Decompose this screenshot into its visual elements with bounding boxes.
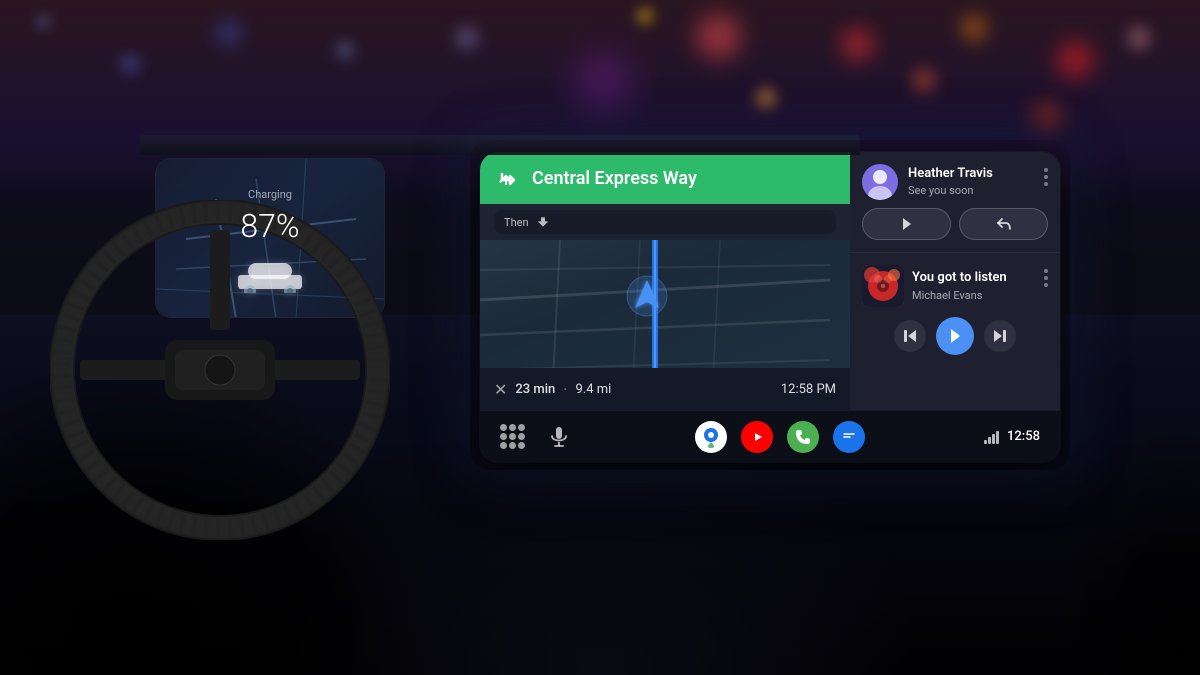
music-prev-button[interactable] bbox=[894, 320, 926, 352]
phone-button[interactable] bbox=[787, 421, 819, 453]
nav-separator-1: · bbox=[563, 380, 567, 399]
nav-eta: 23 min bbox=[515, 382, 555, 397]
bokeh-light bbox=[36, 14, 51, 29]
message-options[interactable] bbox=[1044, 164, 1048, 186]
center-app-icons bbox=[695, 421, 865, 453]
message-avatar bbox=[862, 164, 898, 200]
nav-then-instruction: Then bbox=[494, 210, 836, 234]
bokeh-light bbox=[636, 7, 654, 25]
bokeh-light bbox=[576, 54, 631, 109]
bokeh-light bbox=[216, 20, 242, 46]
google-maps-button[interactable] bbox=[695, 421, 727, 453]
bottom-app-bar: 12:58 bbox=[480, 410, 1060, 462]
nav-header: Central Express Way bbox=[480, 152, 850, 204]
grid-dot bbox=[509, 442, 516, 449]
music-controls bbox=[862, 317, 1048, 355]
message-header: Heather Travis See you soon bbox=[862, 164, 1048, 200]
bokeh-light bbox=[1032, 101, 1062, 131]
nav-then-label: Then bbox=[504, 216, 529, 229]
cluster-charging-label: Charging bbox=[248, 188, 292, 201]
nav-location-arrow bbox=[625, 274, 669, 322]
display-content: Central Express Way Then bbox=[480, 152, 1060, 410]
status-time: 12:58 bbox=[1007, 429, 1040, 444]
youtube-music-button[interactable] bbox=[741, 421, 773, 453]
music-artist: Michael Evans bbox=[912, 289, 1036, 302]
nav-close-icon[interactable]: ✕ bbox=[494, 380, 507, 399]
cluster-car-icon bbox=[230, 253, 310, 288]
status-bar: 12:58 bbox=[984, 429, 1040, 444]
music-title: You got to listen bbox=[912, 270, 1036, 287]
grid-dot bbox=[500, 442, 507, 449]
message-reply-button[interactable] bbox=[959, 208, 1048, 240]
nav-arrival-time: 12:58 PM bbox=[781, 382, 836, 397]
bokeh-light bbox=[696, 14, 741, 59]
message-sender: Heather Travis bbox=[908, 166, 1034, 183]
bokeh-light bbox=[960, 14, 988, 42]
grid-dot bbox=[500, 433, 507, 440]
grid-dot bbox=[509, 433, 516, 440]
grid-dot bbox=[518, 433, 525, 440]
nav-bottom-bar: ✕ 23 min · 9.4 mi 12:58 PM bbox=[480, 368, 850, 410]
music-header: You got to listen Michael Evans bbox=[862, 265, 1048, 307]
bokeh-light bbox=[912, 68, 936, 92]
bokeh-light bbox=[456, 27, 478, 49]
sig-bar-3 bbox=[992, 434, 995, 444]
sig-bar-2 bbox=[988, 437, 991, 444]
signal-strength-icon bbox=[984, 430, 999, 444]
option-dot bbox=[1044, 276, 1048, 280]
bokeh-light bbox=[336, 41, 354, 59]
bokeh-light bbox=[1128, 27, 1150, 49]
message-actions bbox=[862, 208, 1048, 240]
option-dot bbox=[1044, 168, 1048, 172]
cluster-battery-percent: 87% bbox=[240, 207, 299, 245]
right-panel: Heather Travis See you soon bbox=[850, 152, 1060, 410]
messages-button[interactable] bbox=[833, 421, 865, 453]
app-launcher-button[interactable] bbox=[500, 424, 525, 449]
option-dot bbox=[1044, 269, 1048, 273]
message-preview: See you soon bbox=[908, 184, 1034, 198]
nav-turn-icon bbox=[494, 164, 522, 192]
dash-top-trim bbox=[140, 135, 860, 155]
grid-dot bbox=[518, 424, 525, 431]
music-options[interactable] bbox=[1044, 265, 1048, 287]
bottom-apps-row bbox=[500, 421, 575, 453]
bokeh-light bbox=[756, 88, 776, 108]
nav-map bbox=[480, 240, 850, 368]
nav-distance: 9.4 mi bbox=[575, 382, 611, 397]
grid-dot bbox=[518, 442, 525, 449]
android-auto-display: Central Express Way Then bbox=[480, 152, 1060, 462]
grid-dot bbox=[500, 424, 507, 431]
option-dot bbox=[1044, 175, 1048, 179]
mic-button[interactable] bbox=[543, 421, 575, 453]
nav-street-name: Central Express Way bbox=[532, 168, 836, 189]
sig-bar-1 bbox=[984, 440, 987, 444]
option-dot bbox=[1044, 283, 1048, 287]
message-play-button[interactable] bbox=[862, 208, 951, 240]
message-card: Heather Travis See you soon bbox=[850, 152, 1060, 253]
music-play-button[interactable] bbox=[936, 317, 974, 355]
message-info: Heather Travis See you soon bbox=[908, 166, 1034, 198]
grid-dot bbox=[509, 424, 516, 431]
bokeh-light bbox=[120, 54, 140, 74]
bokeh-light bbox=[1056, 41, 1094, 79]
sig-bar-4 bbox=[996, 431, 999, 444]
bokeh-light bbox=[840, 27, 875, 62]
steering-wheel bbox=[50, 200, 390, 540]
music-album-art bbox=[862, 265, 904, 307]
navigation-panel: Central Express Way Then bbox=[480, 152, 850, 410]
music-card: You got to listen Michael Evans bbox=[850, 253, 1060, 410]
option-dot bbox=[1044, 182, 1048, 186]
music-next-button[interactable] bbox=[984, 320, 1016, 352]
music-info: You got to listen Michael Evans bbox=[912, 270, 1036, 302]
